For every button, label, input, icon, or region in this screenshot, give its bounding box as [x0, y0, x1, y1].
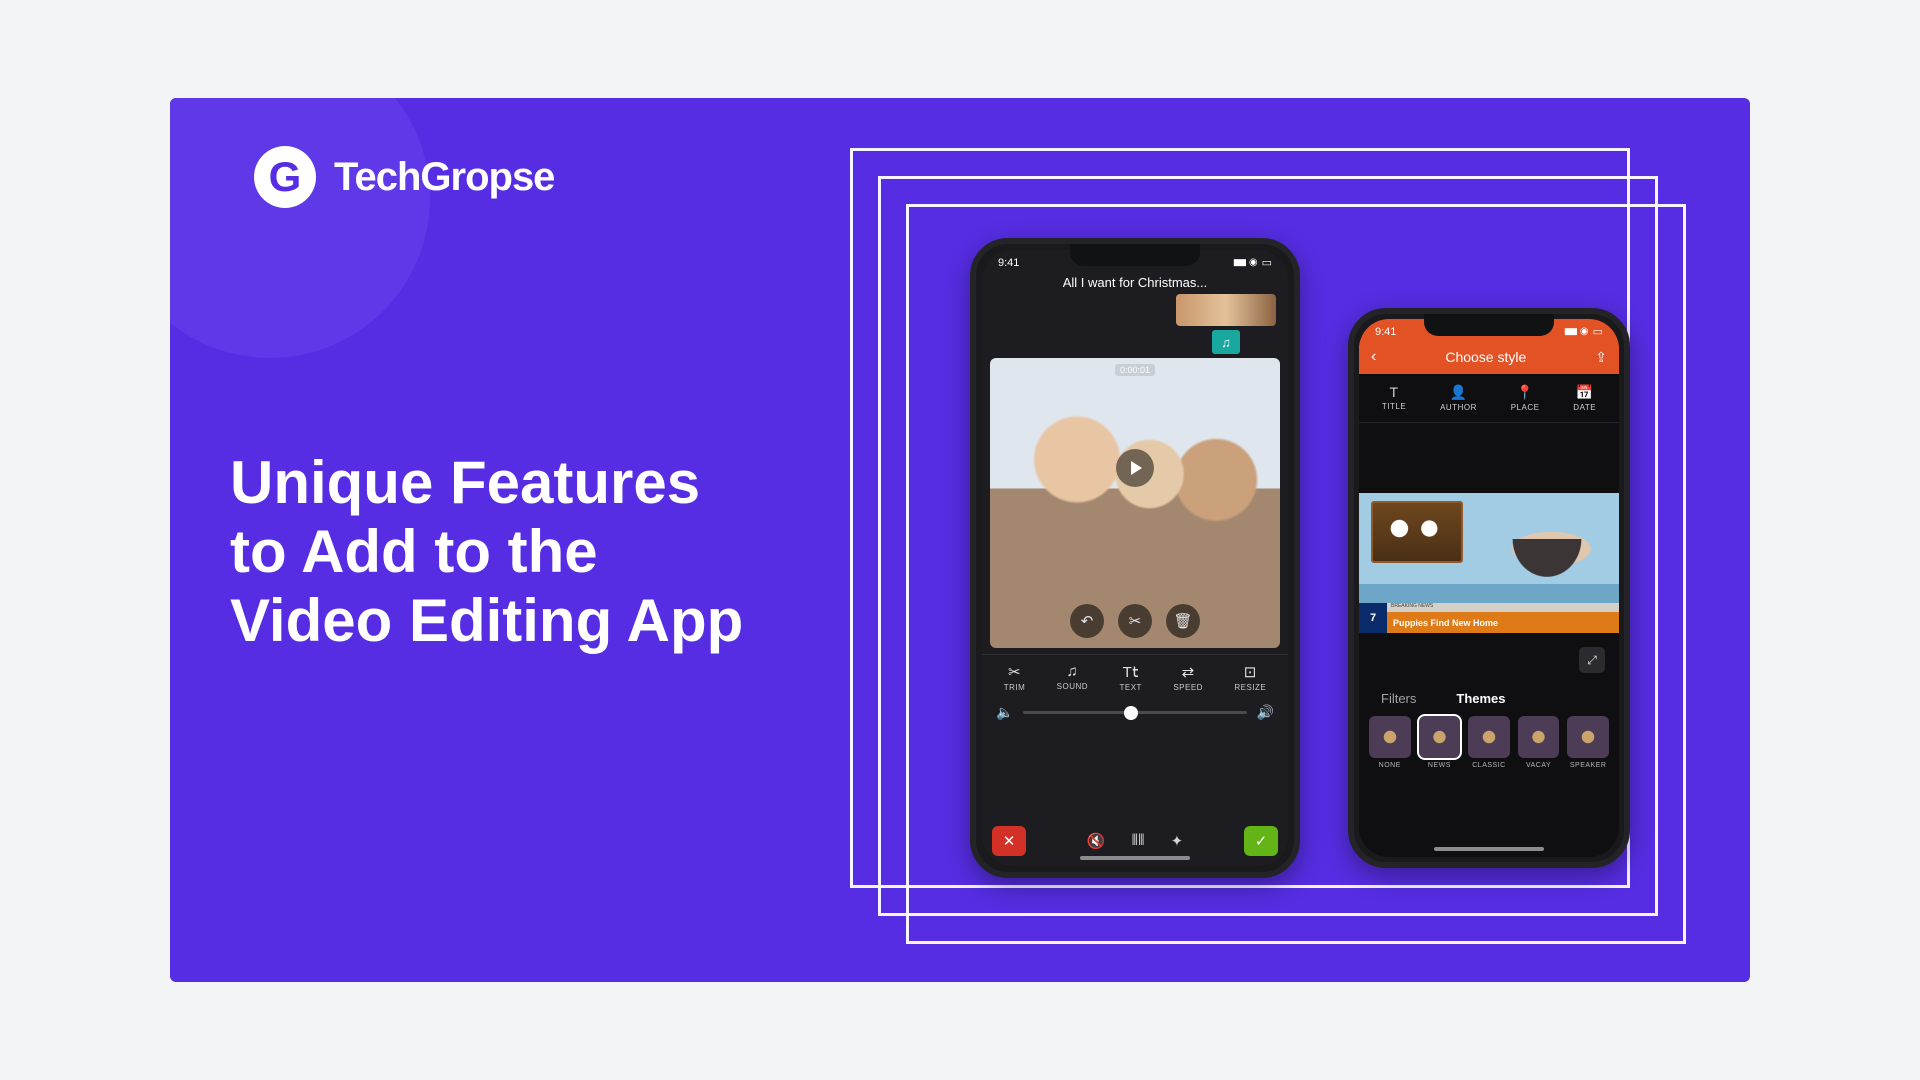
signal-icon — [1233, 256, 1245, 269]
timecode-label: 0:00:01 — [1115, 364, 1155, 376]
waveform-icon[interactable]: ⦀⦀ — [1131, 832, 1144, 850]
status-time: 9:41 — [998, 257, 1019, 269]
tool-sound[interactable]: ♫ SOUND — [1057, 663, 1088, 692]
cancel-button[interactable]: ✕ — [992, 826, 1026, 856]
wifi-icon — [1580, 325, 1589, 338]
effects-icon[interactable]: ✦ — [1171, 832, 1184, 850]
theme-none[interactable]: NONE — [1369, 716, 1411, 769]
mute-icon[interactable]: 🔇 — [1087, 832, 1106, 850]
cut-button[interactable]: ✂ — [1118, 604, 1152, 638]
phone-notch — [1070, 244, 1200, 266]
clip-thumbnail[interactable] — [1176, 294, 1276, 326]
tool-resize[interactable]: ⊡ RESIZE — [1234, 663, 1266, 692]
tool-label: SOUND — [1057, 682, 1088, 691]
meta-label: TITLE — [1382, 402, 1406, 411]
resize-icon: ⊡ — [1244, 663, 1257, 681]
nav-title: Choose style — [1445, 349, 1526, 365]
theme-thumbnail — [1518, 716, 1560, 758]
battery-icon — [1262, 256, 1272, 269]
theme-classic[interactable]: CLASSIC — [1468, 716, 1510, 769]
undo-button[interactable]: ↶ — [1070, 604, 1104, 638]
battery-icon — [1593, 325, 1603, 338]
volume-low-icon: 🔈 — [996, 704, 1013, 721]
lower-third: 7 BREAKING NEWS Puppies Find New Home — [1359, 603, 1619, 633]
theme-thumbnail — [1567, 716, 1609, 758]
theme-label: CLASSIC — [1472, 762, 1505, 769]
home-indicator — [1434, 847, 1544, 851]
meta-date[interactable]: 📅 DATE — [1573, 384, 1596, 412]
phone-mockup-styles: 9:41 ‹ Choose style ⇪ T TITLE 👤 AUTHOR 📍 PLAC… — [1348, 308, 1630, 868]
metadata-row: T TITLE 👤 AUTHOR 📍 PLACE 📅 DATE — [1359, 374, 1619, 423]
channel-badge: 7 — [1359, 603, 1387, 633]
speed-icon: ⇄ — [1182, 663, 1195, 681]
themes-row: NONE NEWS CLASSIC VACAY SPEAKER — [1359, 712, 1619, 779]
decorative-arc — [170, 98, 430, 358]
tool-label: TEXT — [1119, 683, 1141, 692]
lower-third-headline: Puppies Find New Home — [1387, 612, 1619, 633]
meta-title[interactable]: T TITLE — [1382, 384, 1406, 412]
theme-label: NEWS — [1428, 762, 1451, 769]
delete-button[interactable]: 🗑 — [1166, 604, 1200, 638]
share-button[interactable]: ⇪ — [1595, 349, 1607, 366]
theme-label: VACAY — [1526, 762, 1551, 769]
tool-trim[interactable]: ✂ TRIM — [1004, 663, 1026, 692]
theme-label: NONE — [1379, 762, 1401, 769]
text-icon: T𝗍 — [1123, 663, 1139, 681]
title-icon: T — [1390, 384, 1399, 400]
status-time: 9:41 — [1375, 326, 1396, 338]
anchor-figure — [1487, 539, 1607, 605]
author-icon: 👤 — [1449, 384, 1467, 401]
tool-text[interactable]: T𝗍 TEXT — [1119, 663, 1141, 692]
editor-toolbar: ✂ TRIM ♫ SOUND T𝗍 TEXT ⇄ SPEED ⊡ RESIZE — [982, 654, 1288, 696]
brand-logo: G TechGropse — [254, 146, 554, 208]
play-button[interactable] — [1116, 449, 1154, 487]
meta-place[interactable]: 📍 PLACE — [1511, 384, 1540, 412]
home-indicator — [1080, 856, 1190, 860]
trim-icon: ✂ — [1008, 663, 1021, 681]
music-chip-button[interactable]: ♫ — [1212, 330, 1240, 354]
fullscreen-button[interactable]: ⤢ — [1579, 647, 1605, 673]
theme-label: SPEAKER — [1570, 762, 1607, 769]
theme-thumbnail — [1468, 716, 1510, 758]
headline-text: Unique Features to Add to the Video Edit… — [230, 448, 743, 655]
picture-in-picture — [1371, 501, 1463, 563]
meta-label: PLACE — [1511, 403, 1540, 412]
volume-slider[interactable]: 🔈 🔊 — [982, 696, 1288, 721]
video-preview[interactable]: 0:00:01 ↶ ✂ 🗑 — [990, 358, 1280, 648]
theme-speaker[interactable]: SPEAKER — [1567, 716, 1609, 769]
style-preview[interactable]: 7 BREAKING NEWS Puppies Find New Home — [1359, 493, 1619, 633]
meta-label: DATE — [1573, 403, 1596, 412]
theme-vacay[interactable]: VACAY — [1518, 716, 1560, 769]
theme-thumbnail — [1369, 716, 1411, 758]
phone-mockup-editor: 9:41 All I want for Christmas... ♫ 0:00:… — [970, 238, 1300, 878]
tool-label: TRIM — [1004, 683, 1026, 692]
phone-notch — [1424, 314, 1554, 336]
project-title: All I want for Christmas... — [982, 271, 1288, 294]
style-tabs: Filters Themes — [1359, 673, 1619, 712]
tool-label: RESIZE — [1234, 683, 1266, 692]
tab-themes[interactable]: Themes — [1456, 691, 1505, 706]
meta-label: AUTHOR — [1440, 403, 1477, 412]
back-button[interactable]: ‹ — [1371, 348, 1376, 366]
clip-thumbnail-stack[interactable]: ♫ — [1176, 294, 1276, 354]
place-icon: 📍 — [1516, 384, 1534, 401]
lower-third-tag: BREAKING NEWS — [1387, 603, 1619, 612]
volume-high-icon: 🔊 — [1257, 704, 1274, 721]
wifi-icon — [1249, 256, 1258, 269]
theme-news[interactable]: NEWS — [1419, 716, 1461, 769]
sound-icon: ♫ — [1066, 663, 1078, 680]
tool-speed[interactable]: ⇄ SPEED — [1173, 663, 1203, 692]
slider-knob[interactable] — [1124, 706, 1138, 720]
date-icon: 📅 — [1576, 384, 1594, 401]
meta-author[interactable]: 👤 AUTHOR — [1440, 384, 1477, 412]
tab-filters[interactable]: Filters — [1381, 691, 1416, 706]
logo-mark-icon: G — [254, 146, 316, 208]
confirm-button[interactable]: ✓ — [1244, 826, 1278, 856]
theme-thumbnail — [1419, 716, 1461, 758]
decorative-frames: 9:41 All I want for Christmas... ♫ 0:00:… — [850, 148, 1680, 938]
hero-card: G TechGropse Unique Features to Add to t… — [170, 98, 1750, 982]
tool-label: SPEED — [1173, 683, 1203, 692]
brand-name: TechGropse — [334, 155, 554, 200]
signal-icon — [1564, 325, 1576, 338]
